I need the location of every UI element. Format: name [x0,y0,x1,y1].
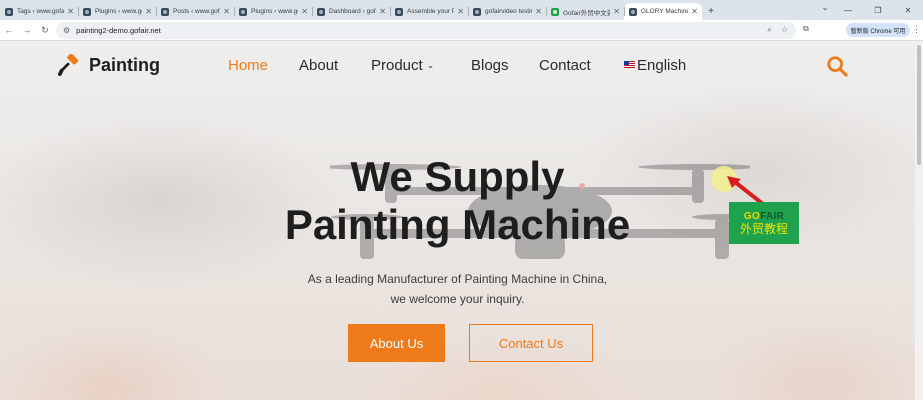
hero-title-line1: We Supply [350,153,565,200]
new-tab-button[interactable]: + [702,3,720,20]
extensions-icon[interactable]: ⧉ [803,24,809,34]
nav-product[interactable]: Product ⌄ [371,57,434,74]
nav-blogs[interactable]: Blogs [471,57,509,74]
close-tab-icon[interactable]: ✕ [613,7,620,16]
bookmark-star-icon[interactable]: ☆ [781,25,788,35]
close-tab-icon[interactable]: ✕ [67,7,74,16]
tab-title: GLORY Machinery [641,8,689,15]
hero-subtitle: As a leading Manufacturer of Painting Ma… [0,269,915,309]
reload-icon[interactable]: ↻ [36,25,54,36]
main-nav: Home About Product ⌄ Blogs Contact Englis… [0,57,915,77]
profile-button[interactable]: 暂新版 Chrome 可用 [846,23,910,37]
close-tab-icon[interactable]: ✕ [223,7,230,16]
watermark-fair: FAIR [760,210,785,222]
browser-tab[interactable]: Posts ‹ www.gofairvideo ✕ [156,3,234,20]
nav-about[interactable]: About [299,57,338,74]
forward-icon[interactable]: → [18,25,36,35]
tab-title: Gofair外贸中文资讯 [563,9,611,17]
about-us-button[interactable]: About Us [348,324,445,362]
us-flag-icon [624,61,635,68]
close-tab-icon[interactable]: ✕ [457,7,464,16]
close-tab-icon[interactable]: ✕ [379,7,386,16]
scrollbar-thumb[interactable] [917,45,921,165]
hero-title-line2: Painting Machine [284,201,631,248]
browser-tab[interactable]: Dashboard ‹ gofairvideo ✕ [312,3,390,20]
watermark-go: GO [743,210,761,222]
tab-title: Dashboard ‹ gofairvideo [329,8,376,15]
address-bar[interactable]: ⚙ painting2-demo.gofair.net ⌕ ☆ [56,22,796,39]
browser-tab[interactable]: Tags ‹ www.gofairvideo ✕ [0,3,78,20]
close-tab-icon[interactable]: ✕ [691,7,698,16]
browser-tab[interactable]: Plugins ‹ www.gofairvideo ✕ [234,3,312,20]
site-info-icon[interactable]: ⚙ [63,26,70,35]
tab-strip: Tags ‹ www.gofairvideo ✕ Plugins ‹ www.g… [0,0,923,20]
site-favicon-icon [473,7,481,16]
gofair-favicon-icon [551,7,559,16]
site-favicon-icon [395,7,403,16]
site-favicon-icon [161,7,169,16]
browser-tab[interactable]: Plugins ‹ www.gofairvideo ✕ [78,3,156,20]
chevron-down-icon: ⌄ [426,60,435,70]
nav-language[interactable]: English [624,57,686,74]
site-favicon-icon [239,7,247,16]
close-window-icon[interactable]: ✕ [893,6,923,15]
web-page: Painting Home About Product ⌄ Blogs Conta… [0,41,915,400]
minimize-icon[interactable]: — [833,6,863,15]
site-favicon-icon [5,7,13,16]
browser-tab-active[interactable]: GLORY Machinery ✕ [624,3,702,20]
site-favicon-icon [317,7,325,16]
site-favicon-icon [629,7,637,16]
nav-home[interactable]: Home [228,57,268,74]
nav-contact[interactable]: Contact [539,57,591,74]
browser-toolbar: ← → ↻ ⚙ painting2-demo.gofair.net ⌕ ☆ ⧉ … [0,20,923,41]
tab-search-icon[interactable]: ⌄ [819,3,831,15]
site-favicon-icon [83,7,91,16]
tab-title: Posts ‹ www.gofairvideo [173,8,220,15]
maximize-icon[interactable]: ❐ [863,6,893,15]
close-tab-icon[interactable]: ✕ [145,7,152,16]
url-text: painting2-demo.gofair.net [76,26,161,35]
tab-title: Tags ‹ www.gofairvideo [17,8,65,15]
hero-subtitle-line2: we welcome your inquiry. [390,292,525,306]
zoom-icon[interactable]: ⌕ [767,25,771,35]
browser-menu-icon[interactable]: ⋮ [912,24,921,35]
tab-title: gofairvideo testing [485,8,532,15]
browser-tab[interactable]: Assemble your Pontoon ✕ [390,3,468,20]
nav-language-label: English [637,57,687,74]
window-controls: — ❐ ✕ [833,0,923,20]
watermark-cn: 外贸教程 [739,221,788,236]
browser-tab[interactable]: Gofair外贸中文资讯 ✕ [546,3,624,20]
back-icon[interactable]: ← [0,25,18,35]
tab-title: Plugins ‹ www.gofairvideo [95,8,142,15]
tab-title: Assemble your Pontoon [407,8,455,15]
contact-us-button[interactable]: Contact Us [469,324,593,362]
nav-product-label: Product [371,57,423,74]
tab-title: Plugins ‹ www.gofairvideo [251,8,298,15]
browser-tab[interactable]: gofairvideo testing ✕ [468,3,546,20]
profile-label: 暂新版 Chrome 可用 [850,28,906,35]
close-tab-icon[interactable]: ✕ [535,7,542,16]
search-icon[interactable] [826,55,848,77]
close-tab-icon[interactable]: ✕ [301,7,308,16]
hero-subtitle-line1: As a leading Manufacturer of Painting Ma… [307,272,608,286]
page-scrollbar[interactable] [915,41,923,400]
gofair-watermark: GOFAIR 外贸教程 [729,202,799,244]
